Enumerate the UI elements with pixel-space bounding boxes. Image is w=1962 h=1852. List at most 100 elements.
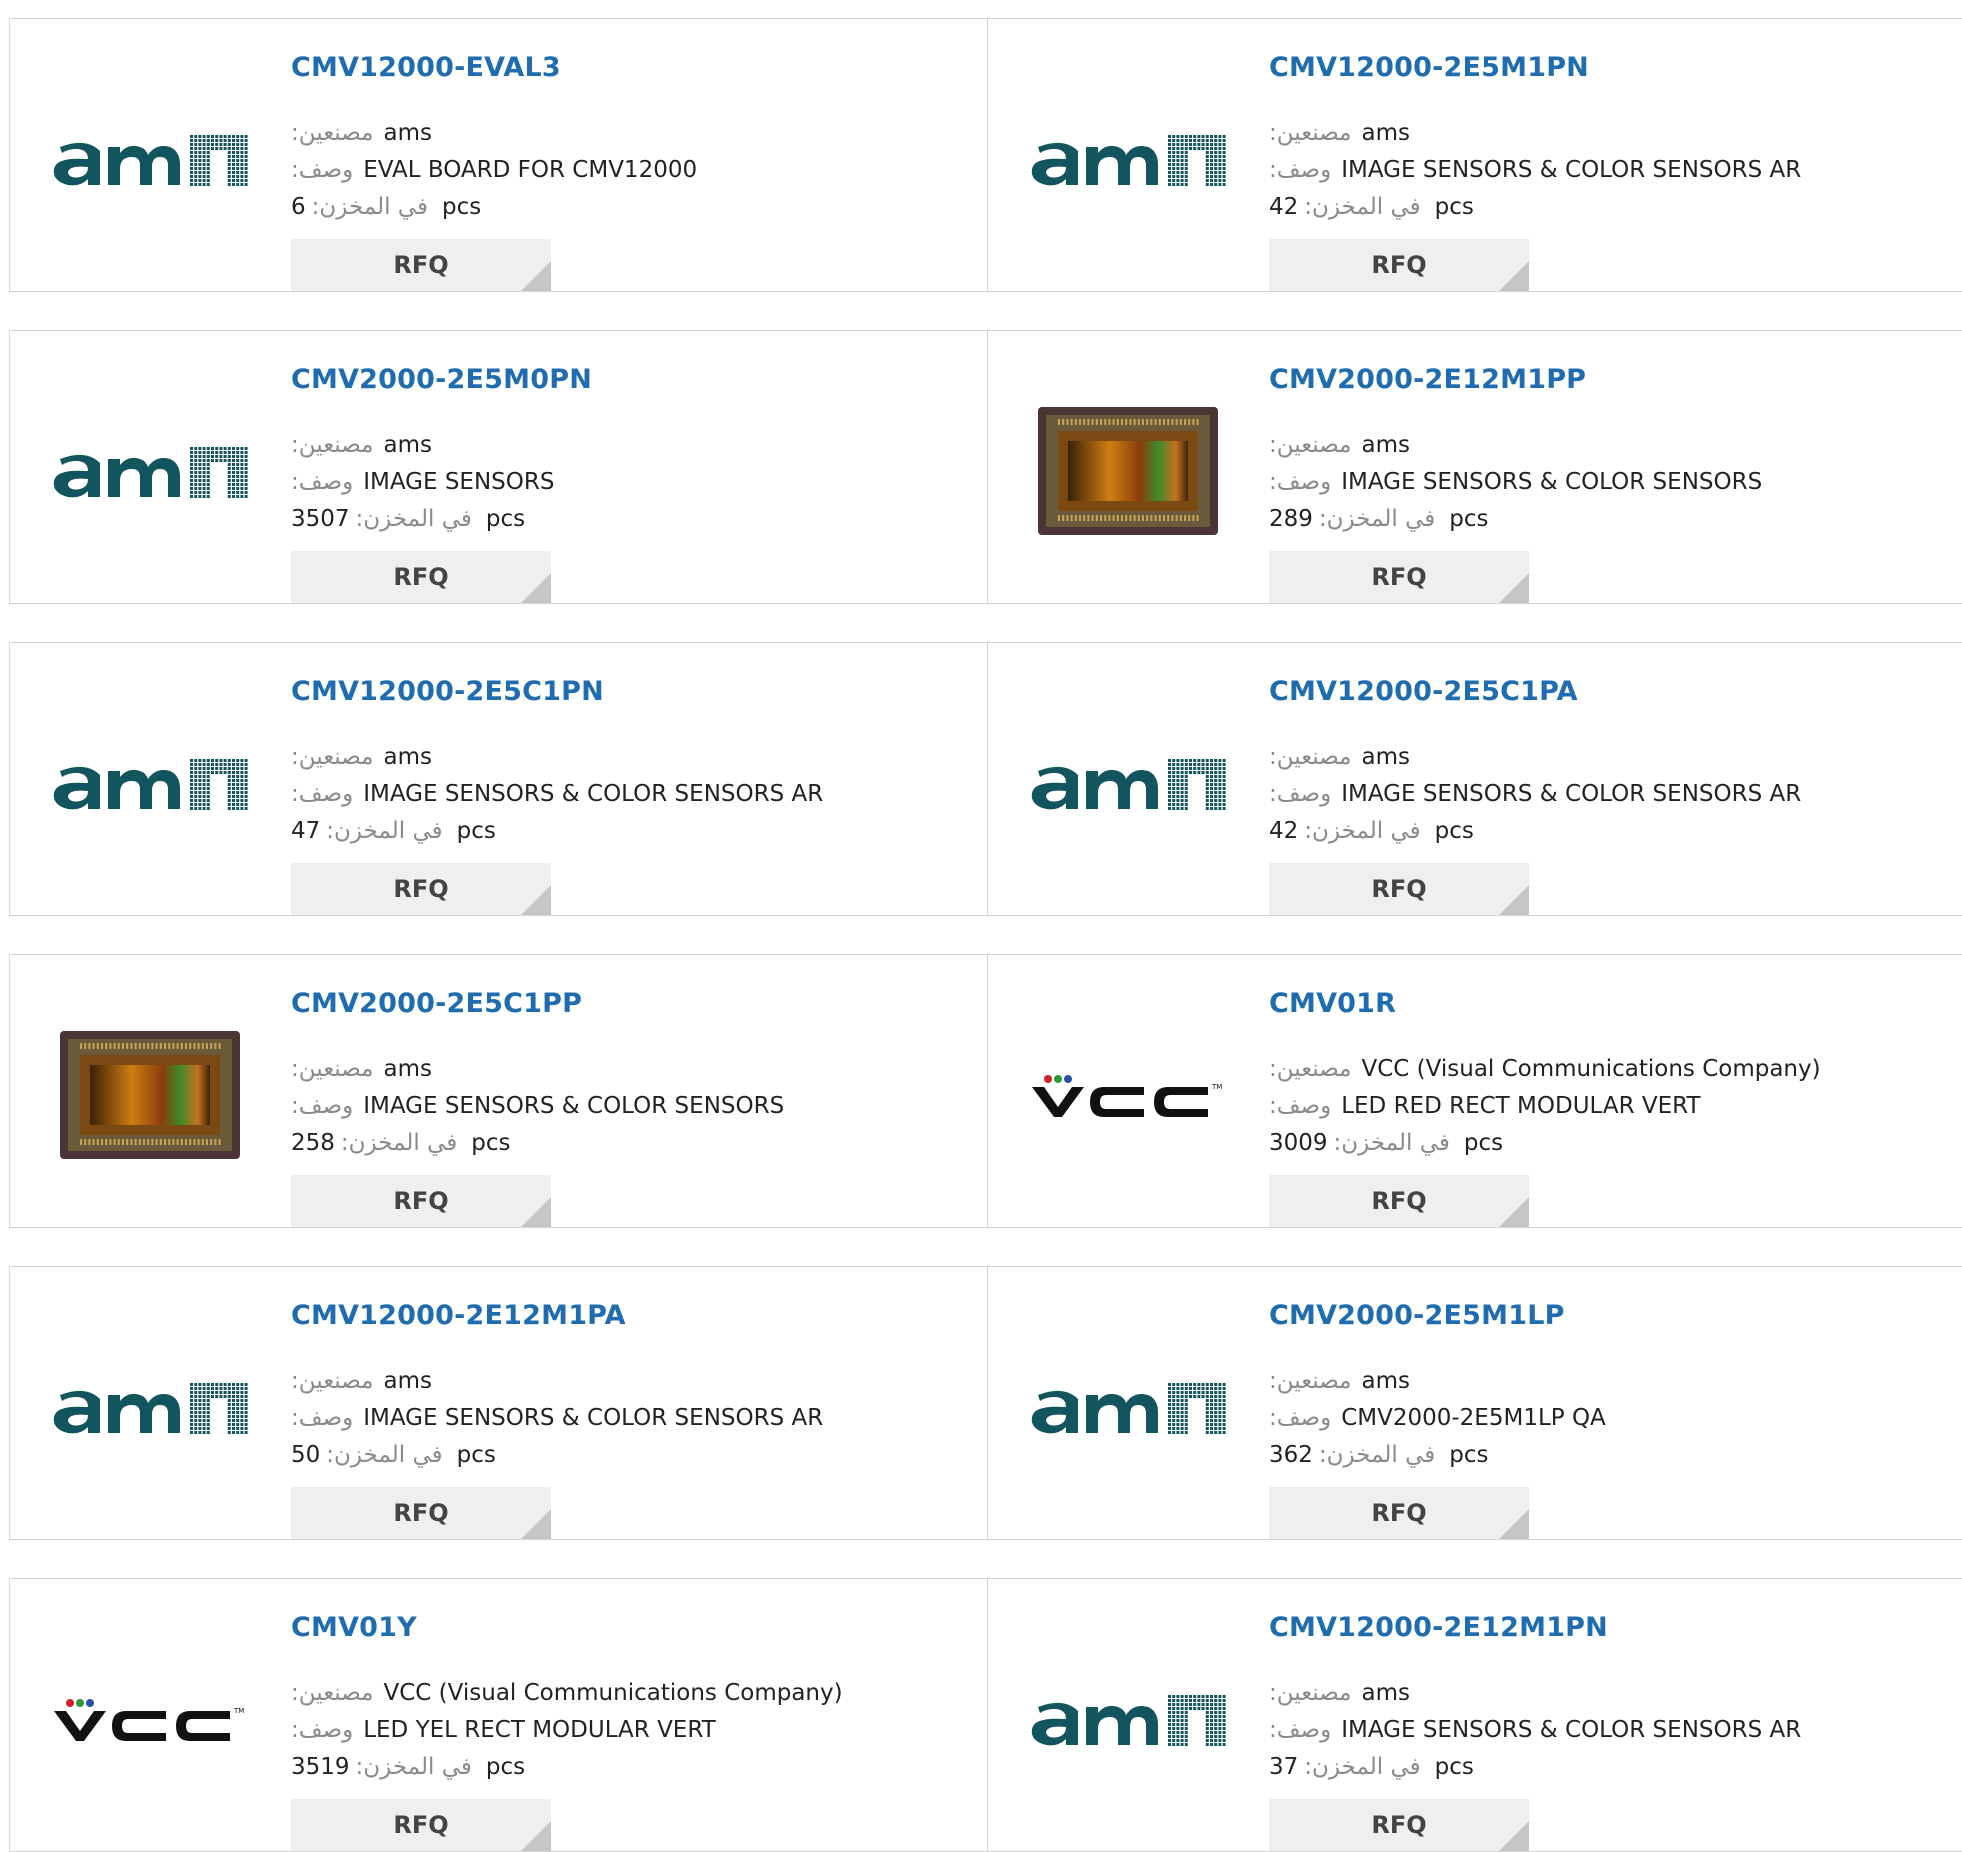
manufacturer-line: مصنعين: VCC (Visual Communications Compan… [291,1680,843,1706]
description-label: وصف: [1269,1093,1332,1119]
stock-unit: pcs [1434,818,1474,844]
product-image[interactable] [1028,683,1228,883]
stock-label: في المخزن: [1318,1442,1436,1468]
rfq-label: RFQ [1371,563,1427,591]
part-number-link[interactable]: CMV12000-EVAL3 [291,52,561,83]
part-number-link[interactable]: CMV12000-2E5C1PA [1269,676,1578,707]
rfq-label: RFQ [1371,251,1427,279]
stock-line: 258 في المخزن: pcs [291,1130,511,1156]
rfq-button[interactable]: RFQ [1269,551,1529,603]
product-card: CMV12000-2E5C1PN مصنعين: ams وصف: IMAGE SENS… [10,643,988,915]
description-label: وصف: [1269,157,1332,183]
description-label: وصف: [1269,1717,1332,1743]
description-line: وصف: IMAGE SENSORS & COLOR SENSORS AR [291,1405,823,1431]
rfq-button[interactable]: RFQ [1269,1799,1529,1851]
stock-line: 50 في المخزن: pcs [291,1442,496,1468]
product-row: CMV12000-EVAL3 مصنعين: ams وصف: EVAL BOARD F… [9,18,1962,292]
part-number-link[interactable]: CMV01Y [291,1612,417,1643]
product-card: CMV2000-2E5C1PP مصنعين: ams وصف: IMAGE SENSO… [10,955,988,1227]
rfq-label: RFQ [1371,875,1427,903]
product-image[interactable] [50,683,250,883]
stock-unit: pcs [1449,506,1489,532]
rfq-button[interactable]: RFQ [291,239,551,291]
product-card: CMV12000-2E12M1PA مصنعين: ams وصف: IMAGE SEN… [10,1267,988,1539]
product-image[interactable] [1028,1619,1228,1819]
manufacturer-value: VCC (Visual Communications Company) [1361,1056,1821,1082]
product-row: TM CMV01Y مصنعين: VCC (Visual Communication… [9,1578,1962,1852]
product-card: CMV2000-2E12M1PP مصنعين: ams وصف: IMAGE SENS… [988,331,1962,603]
manufacturer-label: مصنعين: [291,1368,374,1394]
part-number-link[interactable]: CMV12000-2E5M1PN [1269,52,1589,83]
manufacturer-label: مصنعين: [1269,1680,1352,1706]
manufacturer-value: ams [383,744,432,770]
product-card: CMV12000-2E5M1PN مصنعين: ams وصف: IMAGE SENS… [988,19,1962,291]
stock-count: 42 [1269,818,1299,844]
part-number-link[interactable]: CMV12000-2E12M1PN [1269,1612,1608,1643]
product-row: CMV12000-2E12M1PA مصنعين: ams وصف: IMAGE SEN… [9,1266,1962,1540]
rfq-label: RFQ [393,563,449,591]
stock-unit: pcs [456,1442,496,1468]
product-card: CMV12000-2E12M1PN مصنعين: ams وصف: IMAGE SEN… [988,1579,1962,1851]
part-number-link[interactable]: CMV2000-2E5C1PP [291,988,582,1019]
rfq-button[interactable]: RFQ [1269,1487,1529,1539]
stock-line: 37 في المخزن: pcs [1269,1754,1474,1780]
stock-line: 42 في المخزن: pcs [1269,194,1474,220]
stock-count: 3519 [291,1754,350,1780]
description-line: وصف: IMAGE SENSORS & COLOR SENSORS [291,1093,784,1119]
product-image[interactable] [1028,1307,1228,1507]
part-number-link[interactable]: CMV01R [1269,988,1396,1019]
stock-unit: pcs [1434,194,1474,220]
stock-unit: pcs [1434,1754,1474,1780]
stock-label: في المخزن: [355,506,472,532]
product-image[interactable] [50,1307,250,1507]
rfq-button[interactable]: RFQ [291,1487,551,1539]
rfq-button[interactable]: RFQ [1269,1175,1529,1227]
stock-label: في المخزن: [1333,1130,1450,1156]
rfq-corner-icon [521,1509,551,1539]
rfq-button[interactable]: RFQ [291,551,551,603]
svg-text:TM: TM [233,1707,244,1715]
part-number-link[interactable]: CMV2000-2E12M1PP [1269,364,1586,395]
product-image[interactable]: TM [50,1619,250,1819]
description-value: IMAGE SENSORS & COLOR SENSORS AR [363,781,824,807]
description-line: وصف: IMAGE SENSORS & COLOR SENSORS AR [291,781,823,807]
description-value: IMAGE SENSORS & COLOR SENSORS [1341,469,1763,495]
product-image[interactable] [50,995,250,1195]
manufacturer-label: مصنعين: [291,432,374,458]
rfq-label: RFQ [393,1811,449,1839]
ams-logo-icon [1031,135,1226,186]
description-value: IMAGE SENSORS [363,469,555,495]
product-image[interactable] [50,59,250,259]
description-label: وصف: [291,157,354,183]
description-line: وصف: IMAGE SENSORS & COLOR SENSORS AR [1269,781,1801,807]
rfq-button[interactable]: RFQ [1269,239,1529,291]
stock-line: 289 في المخزن: pcs [1269,506,1489,532]
manufacturer-line: مصنعين: VCC (Visual Communications Compan… [1269,1056,1821,1082]
part-number-link[interactable]: CMV2000-2E5M1LP [1269,1300,1565,1331]
part-number-link[interactable]: CMV2000-2E5M0PN [291,364,592,395]
manufacturer-label: مصنعين: [1269,1056,1352,1082]
description-line: وصف: EVAL BOARD FOR CMV12000 [291,157,697,183]
rfq-button[interactable]: RFQ [1269,863,1529,915]
part-number-link[interactable]: CMV12000-2E5C1PN [291,676,604,707]
product-image[interactable] [1028,59,1228,259]
stock-line: 42 في المخزن: pcs [1269,818,1474,844]
rfq-button[interactable]: RFQ [291,1799,551,1851]
product-row: CMV2000-2E5M0PN مصنعين: ams وصف: IMAGE SENSO… [9,330,1962,604]
rfq-label: RFQ [393,1187,449,1215]
stock-label: في المخزن: [311,194,428,220]
stock-unit: pcs [1463,1130,1504,1156]
rfq-button[interactable]: RFQ [291,1175,551,1227]
manufacturer-value: ams [1361,744,1410,770]
rfq-label: RFQ [1371,1187,1427,1215]
rfq-button[interactable]: RFQ [291,863,551,915]
product-image[interactable] [50,371,250,571]
manufacturer-line: مصنعين: ams [1269,120,1410,146]
part-number-link[interactable]: CMV12000-2E12M1PA [291,1300,626,1331]
product-image[interactable] [1028,371,1228,571]
manufacturer-label: مصنعين: [1269,432,1352,458]
stock-label: في المخزن: [1304,1754,1421,1780]
description-value: IMAGE SENSORS & COLOR SENSORS AR [1341,781,1802,807]
product-image[interactable]: TM [1028,995,1228,1195]
description-line: وصف: LED YEL RECT MODULAR VERT [291,1717,716,1743]
